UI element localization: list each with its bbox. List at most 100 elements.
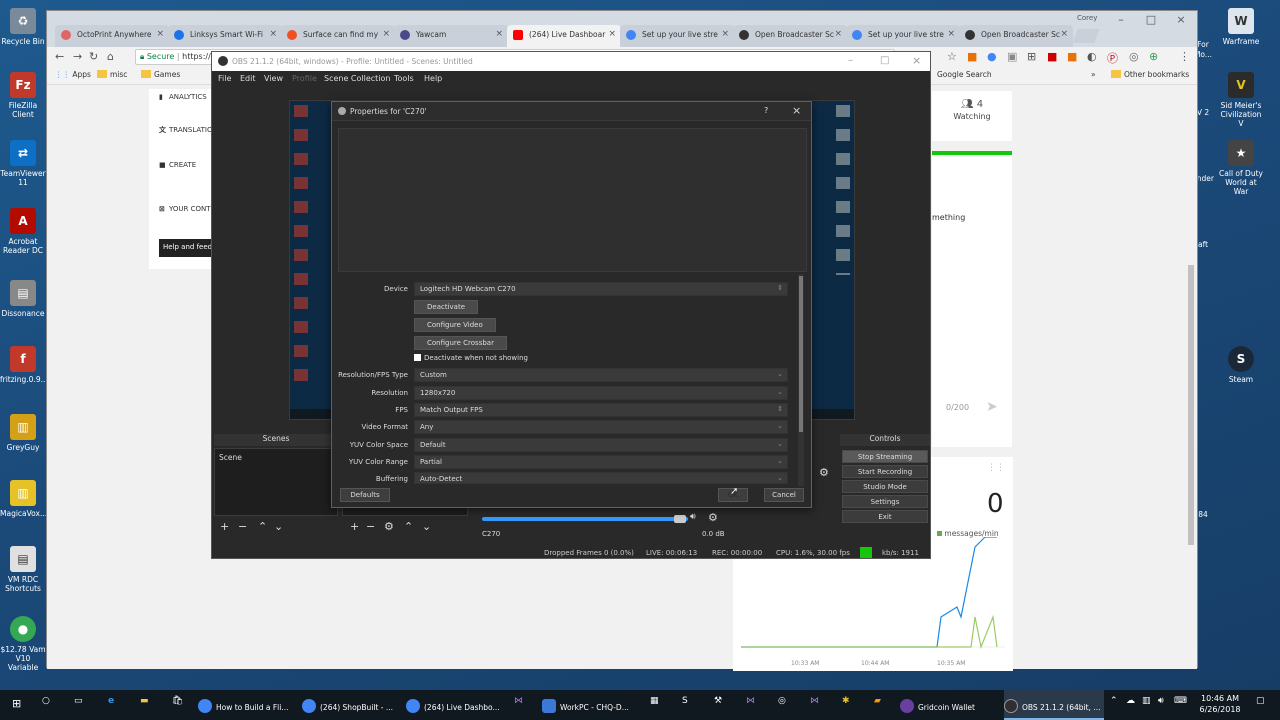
close-icon[interactable]: × bbox=[912, 54, 921, 67]
back-icon[interactable]: ← bbox=[55, 50, 64, 63]
remove-icon[interactable]: − bbox=[366, 520, 375, 533]
resolution-select[interactable]: 1280x720 ⌄ bbox=[414, 386, 788, 400]
keyboard-icon[interactable]: ⌨ bbox=[1174, 696, 1187, 706]
nav-translations[interactable]: 文TRANSLATIONS & TRANSCRIPTIONS bbox=[159, 125, 215, 135]
deactivate-when-not-showing-checkbox[interactable]: Deactivate when not showing bbox=[414, 354, 528, 362]
menu-view[interactable]: View bbox=[264, 74, 283, 83]
move-up-icon[interactable]: ⌃ bbox=[404, 520, 413, 533]
other-bookmarks[interactable]: Other bookmarks bbox=[1111, 70, 1189, 79]
add-icon[interactable]: + bbox=[220, 520, 229, 533]
start-recording-button[interactable]: Start Recording bbox=[842, 465, 928, 478]
search-icon[interactable]: ○ bbox=[42, 696, 50, 706]
taskbar-app[interactable]: (264) ShopBuilt - ... bbox=[302, 690, 402, 720]
extension-icon[interactable]: ● bbox=[987, 50, 997, 63]
deactivate-button[interactable]: Deactivate bbox=[414, 300, 479, 314]
file-explorer-icon[interactable]: ▬ bbox=[140, 696, 149, 706]
desktop-icon-greyguy[interactable]: ▥ GreyGuy bbox=[0, 414, 46, 452]
taskbar-app-active[interactable]: OBS 21.1.2 (64bit, ... bbox=[1004, 690, 1104, 720]
help-feedback-button[interactable]: Help and feedback bbox=[159, 239, 215, 257]
extension-icon[interactable]: ⊞ bbox=[1027, 50, 1036, 63]
close-icon[interactable]: × bbox=[608, 29, 616, 39]
sublime-icon[interactable]: ▰ bbox=[874, 696, 881, 706]
close-icon[interactable]: × bbox=[1167, 13, 1195, 27]
extension-icon[interactable]: ■ bbox=[967, 50, 977, 63]
close-icon[interactable]: × bbox=[834, 29, 842, 39]
gear-icon[interactable]: ⚙ bbox=[819, 466, 829, 479]
calculator-icon[interactable]: ▦ bbox=[650, 696, 659, 706]
menu-edit[interactable]: Edit bbox=[240, 74, 256, 83]
close-icon[interactable]: × bbox=[156, 29, 164, 39]
close-icon[interactable]: × bbox=[495, 29, 503, 39]
help-icon[interactable]: ? bbox=[764, 106, 768, 115]
visual-studio-icon[interactable]: ⋈ bbox=[810, 696, 819, 706]
network-icon[interactable]: ▥ bbox=[1142, 696, 1151, 706]
extension-icon[interactable]: ▣ bbox=[1007, 50, 1017, 63]
bookmarks-overflow-icon[interactable]: » bbox=[1091, 70, 1096, 79]
video-format-select[interactable]: Any ⌄ bbox=[414, 420, 788, 434]
speaker-icon[interactable]: 🔊︎ bbox=[690, 512, 696, 522]
gear-icon[interactable]: ⚙ bbox=[384, 520, 394, 533]
minimize-icon[interactable]: – bbox=[848, 55, 853, 66]
browser-tab[interactable]: OctoPrint Anywhere × bbox=[55, 25, 169, 47]
browser-tab[interactable]: Surface can find my × bbox=[281, 25, 395, 47]
browser-tab[interactable]: Linksys Smart Wi-Fi × bbox=[168, 25, 282, 47]
edge-icon[interactable]: e bbox=[108, 696, 114, 706]
desktop-icon-vm-rdc[interactable]: ▤ VM RDC Shortcuts bbox=[0, 546, 46, 593]
close-icon[interactable]: × bbox=[382, 29, 390, 39]
taskbar-app[interactable]: (264) Live Dashbo... bbox=[406, 690, 506, 720]
studio-mode-button[interactable]: Studio Mode bbox=[842, 480, 928, 493]
menu-tools[interactable]: Tools bbox=[394, 74, 414, 83]
move-down-icon[interactable]: ⌄ bbox=[274, 520, 283, 533]
defaults-button[interactable]: Defaults bbox=[340, 488, 390, 502]
checkbox-box[interactable] bbox=[414, 354, 421, 361]
desktop-icon-teamviewer[interactable]: ⇄ TeamViewer 11 bbox=[0, 140, 46, 187]
volume-slider[interactable] bbox=[482, 517, 688, 521]
desktop-icon-dissonance[interactable]: ▤ Dissonance bbox=[0, 280, 46, 318]
extension-icon[interactable]: ■ bbox=[1047, 50, 1057, 63]
notifications-icon[interactable]: ▢ bbox=[1256, 696, 1265, 706]
browser-tab[interactable]: Open Broadcaster Sc × bbox=[959, 25, 1073, 47]
remove-icon[interactable]: − bbox=[238, 520, 247, 533]
extension-icon[interactable]: ◎ bbox=[1129, 50, 1139, 63]
yuv-color-space-select[interactable]: Default ⌄ bbox=[414, 438, 788, 452]
browser-tab[interactable]: Yawcam × bbox=[394, 25, 508, 47]
menu-scene-collection[interactable]: Scene Collection bbox=[324, 74, 391, 83]
star-icon[interactable]: ☆ bbox=[947, 50, 957, 63]
desktop-icon-recycle-bin[interactable]: ♻ Recycle Bin bbox=[0, 8, 46, 46]
maximize-icon[interactable]: □ bbox=[1137, 13, 1165, 27]
menu-icon[interactable]: ⋮ bbox=[1179, 50, 1190, 63]
configure-crossbar-button[interactable]: Configure Crossbar bbox=[414, 336, 507, 350]
forward-icon[interactable]: → bbox=[73, 50, 82, 63]
task-view-icon[interactable]: ▭ bbox=[74, 696, 83, 706]
move-down-icon[interactable]: ⌄ bbox=[422, 520, 431, 533]
close-icon[interactable]: × bbox=[269, 29, 277, 39]
cloud-icon[interactable]: ☁ bbox=[1126, 696, 1135, 706]
gear-icon[interactable]: ⚙ bbox=[708, 511, 718, 524]
desktop-icon-acrobat[interactable]: A Acrobat Reader DC bbox=[0, 208, 46, 255]
store-icon[interactable]: 🛍︎ bbox=[172, 696, 183, 706]
scrollbar-thumb[interactable] bbox=[799, 276, 803, 432]
visual-studio-icon[interactable]: ⋈ bbox=[746, 696, 755, 706]
send-icon[interactable]: ➤ bbox=[986, 399, 998, 415]
drag-handle-icon[interactable]: ⋮⋮ bbox=[987, 463, 1005, 473]
browser-tab[interactable]: Set up your live stre × bbox=[620, 25, 734, 47]
taskbar-app[interactable]: WorkPC - CHQ-D... bbox=[542, 690, 642, 720]
close-icon[interactable]: × bbox=[947, 29, 955, 39]
nav-create[interactable]: ■ CREATE bbox=[159, 161, 196, 169]
reload-icon[interactable]: ↻ bbox=[89, 50, 98, 63]
app-icon[interactable]: ✱ bbox=[842, 696, 850, 706]
bookmark-apps[interactable]: ⋮⋮ Apps bbox=[55, 70, 91, 79]
move-up-icon[interactable]: ⌃ bbox=[258, 520, 267, 533]
visual-studio-icon[interactable]: ⋈ bbox=[514, 696, 523, 706]
taskbar-app[interactable]: How to Build a Fli... bbox=[198, 690, 298, 720]
chevron-up-icon[interactable]: ⌃ bbox=[1110, 696, 1118, 706]
menu-help[interactable]: Help bbox=[424, 74, 442, 83]
device-select[interactable]: Logitech HD Webcam C270 ⇕ bbox=[414, 282, 788, 296]
desktop-icon-fritzing[interactable]: f fritzing.0.9... bbox=[0, 346, 48, 384]
desktop-icon-steam[interactable]: S Steam bbox=[1218, 346, 1264, 384]
menu-file[interactable]: File bbox=[218, 74, 231, 83]
resolution-fps-type-select[interactable]: Custom ⌄ bbox=[414, 368, 788, 382]
desktop-icon-civilization[interactable]: V Sid Meier's Civilization V bbox=[1218, 72, 1264, 128]
add-icon[interactable]: + bbox=[350, 520, 359, 533]
nav-contributions[interactable]: ⊠ YOUR CONTRIBUTIONS bbox=[159, 205, 215, 213]
